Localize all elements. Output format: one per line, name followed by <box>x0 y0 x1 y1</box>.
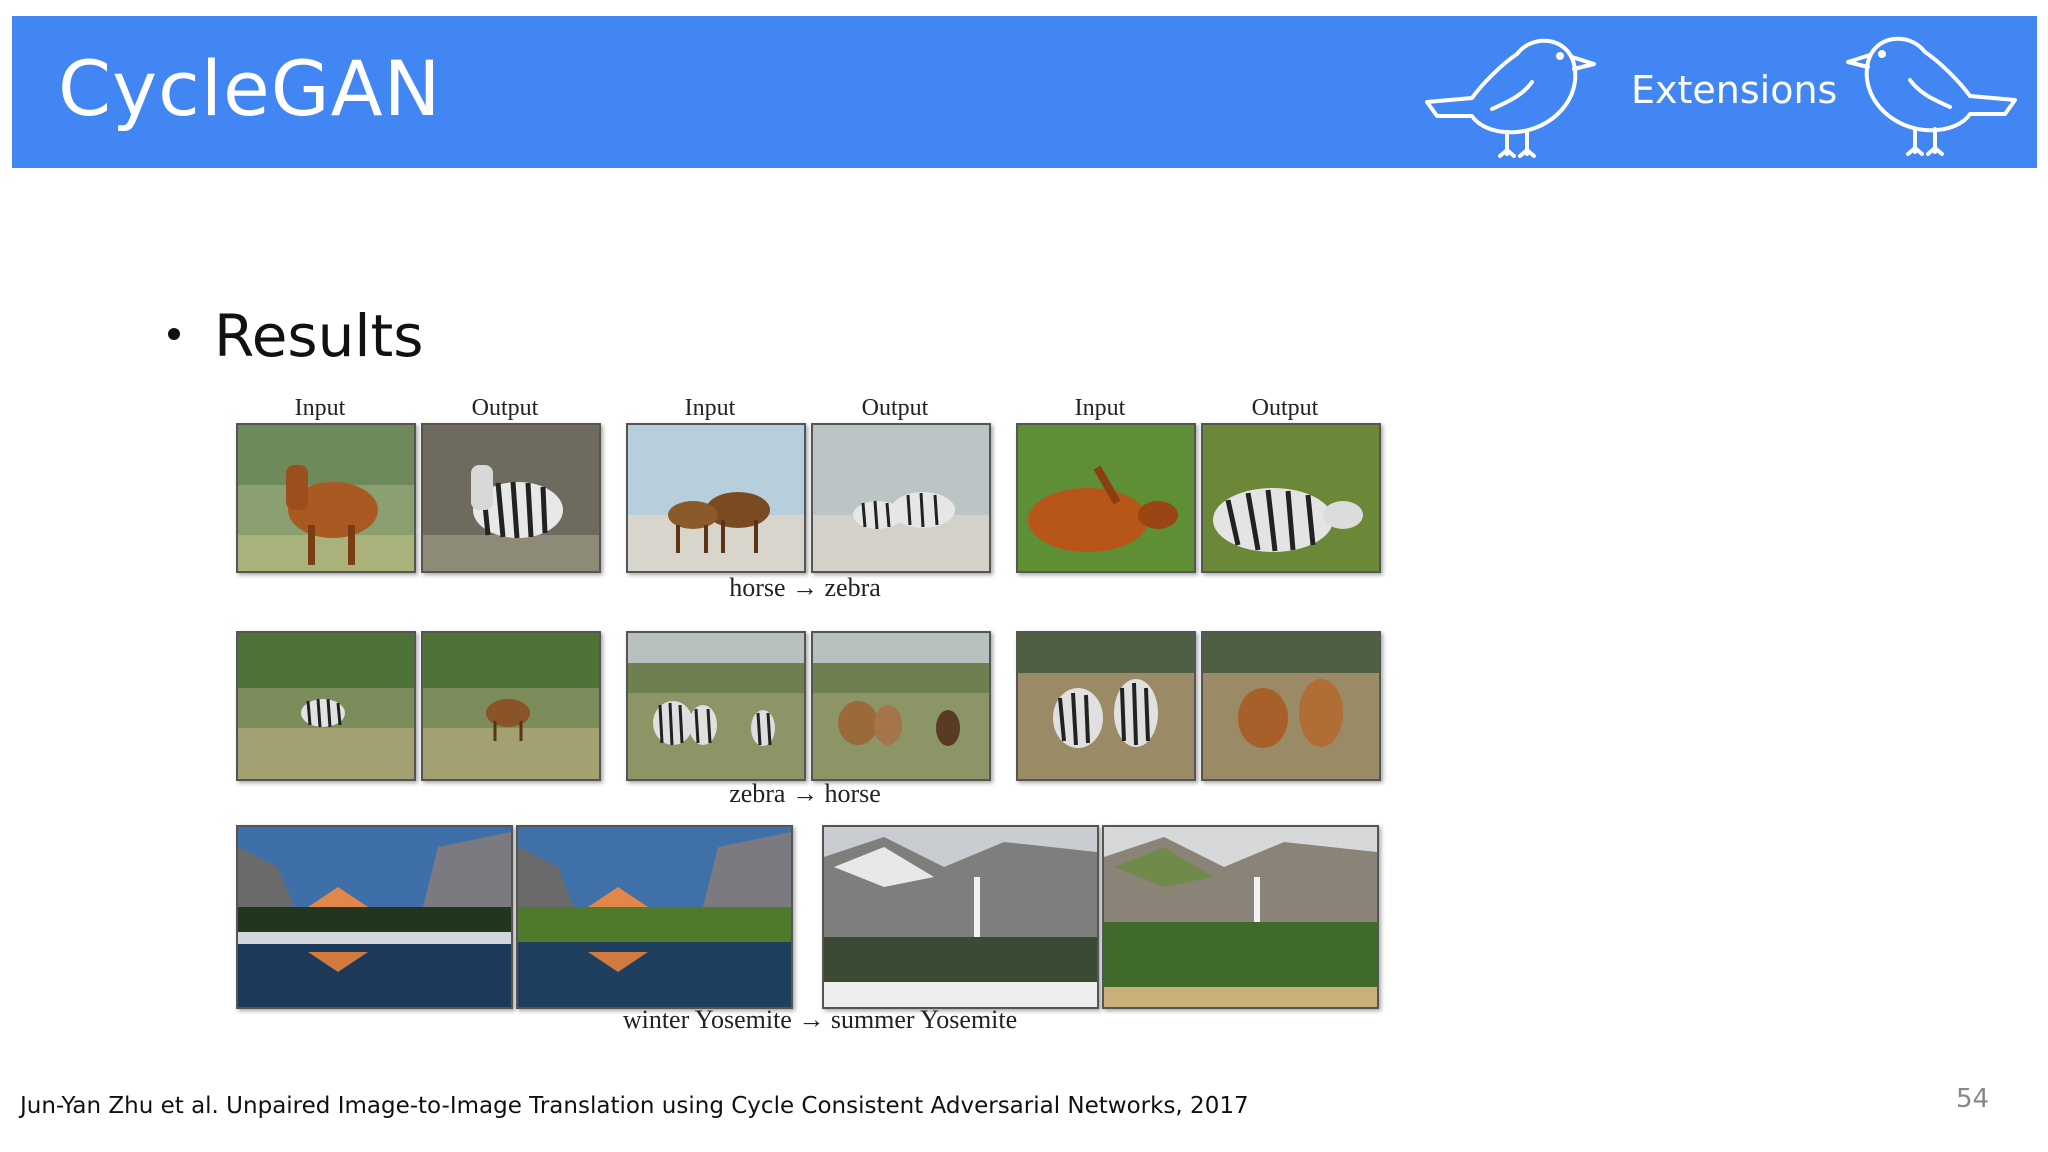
caption-horse-to-zebra: horse → zebra <box>729 573 881 602</box>
page-number: 54 <box>1956 1084 1990 1114</box>
photo-horse-output-6 <box>1201 631 1381 781</box>
col-label-input-2: Input <box>684 395 736 421</box>
citation: Jun-Yan Zhu et al. Unpaired Image-to-Ima… <box>20 1093 1249 1119</box>
photo-yosemite-input-1 <box>236 825 513 1009</box>
section-label: Extensions <box>1631 68 1838 112</box>
col-label-output-1: Output <box>471 395 539 421</box>
photo-horse-output-4 <box>421 631 601 781</box>
photo-horse-input-3 <box>1016 423 1196 573</box>
photo-horse-output-5 <box>811 631 991 781</box>
title-bar: CycleGAN Extensions <box>12 16 2037 168</box>
photo-zebra-input-4 <box>236 631 416 781</box>
caption-winter-to-summer: winter Yosemite → summer Yosemite <box>622 1005 1018 1034</box>
col-label-input-1: Input <box>294 395 346 421</box>
bullet-text: Results <box>214 302 424 370</box>
photo-yosemite-input-2 <box>822 825 1099 1009</box>
photo-yosemite-output-1 <box>516 825 793 1009</box>
col-label-input-3: Input <box>1074 395 1126 421</box>
photo-zebra-output-3 <box>1201 423 1381 573</box>
col-label-output-2: Output <box>861 395 929 421</box>
col-label-output-3: Output <box>1251 395 1319 421</box>
caption-zebra-to-horse: zebra → horse <box>729 779 881 808</box>
bird-icon-right <box>1830 22 2020 162</box>
photo-yosemite-output-2 <box>1102 825 1379 1009</box>
photo-horse-input-1 <box>236 423 416 573</box>
bird-icon-left <box>1422 24 1612 164</box>
slide-title: CycleGAN <box>58 44 442 133</box>
photo-zebra-input-5 <box>626 631 806 781</box>
photo-zebra-output-2 <box>811 423 991 573</box>
bullet-results: Results <box>168 302 423 370</box>
photo-zebra-output-1 <box>421 423 601 573</box>
photo-horse-input-2 <box>626 423 806 573</box>
photo-zebra-input-6 <box>1016 631 1196 781</box>
results-figure: Input Output Input Output Input Output h… <box>230 395 1395 1045</box>
bullet-dot <box>168 327 180 340</box>
